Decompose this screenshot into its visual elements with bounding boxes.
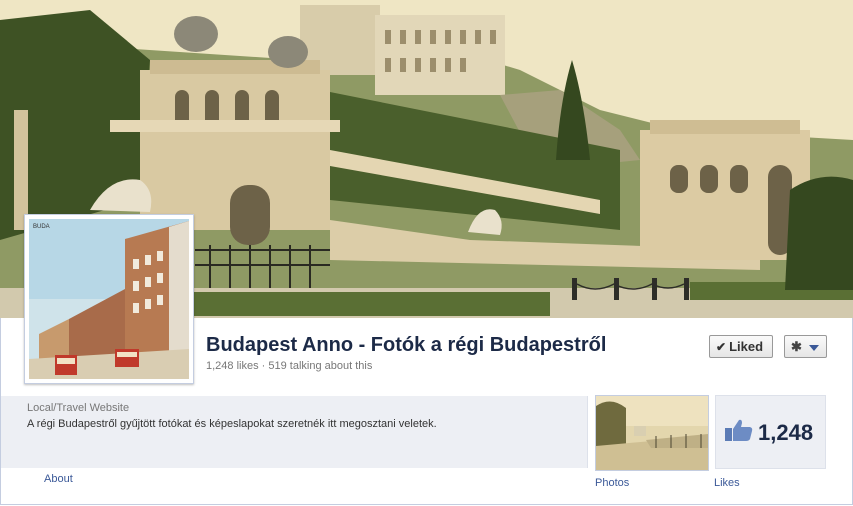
liked-button-label: Liked bbox=[729, 339, 764, 354]
liked-button[interactable]: ✔ Liked bbox=[709, 335, 773, 358]
photos-thumbnail-illustration bbox=[596, 396, 708, 470]
page-info-box: Local/Travel Website A régi Budapestről … bbox=[1, 396, 588, 468]
page-title: Budapest Anno - Fotók a régi Budapestről bbox=[206, 334, 607, 356]
profile-picture-illustration: BUDA bbox=[29, 219, 189, 379]
page-stats: 1,248 likes · 519 talking about this bbox=[206, 360, 372, 372]
photos-link[interactable]: Photos bbox=[595, 477, 629, 489]
likes-link[interactable]: Likes bbox=[714, 477, 740, 489]
stats-separator: · bbox=[261, 360, 266, 372]
likes-stat: 1,248 likes bbox=[206, 360, 259, 372]
page-settings-button[interactable]: ✱ bbox=[784, 335, 827, 358]
gear-icon: ✱ bbox=[791, 339, 802, 354]
talking-about-stat: 519 talking about this bbox=[268, 360, 373, 372]
svg-text:BUDA: BUDA bbox=[33, 224, 50, 230]
page-category: Local/Travel Website bbox=[27, 402, 130, 414]
likes-app-box[interactable]: 1,248 bbox=[715, 395, 826, 469]
likes-count: 1,248 bbox=[758, 420, 814, 445]
photos-app-thumbnail[interactable] bbox=[595, 395, 709, 471]
profile-picture[interactable]: BUDA bbox=[24, 214, 194, 384]
check-icon: ✔ bbox=[716, 340, 727, 354]
thumbs-up-icon bbox=[725, 419, 753, 441]
page-description: A régi Budapestről gyűjtött fotókat és k… bbox=[27, 418, 437, 430]
chevron-down-icon bbox=[809, 345, 819, 351]
about-link[interactable]: About bbox=[44, 473, 73, 485]
